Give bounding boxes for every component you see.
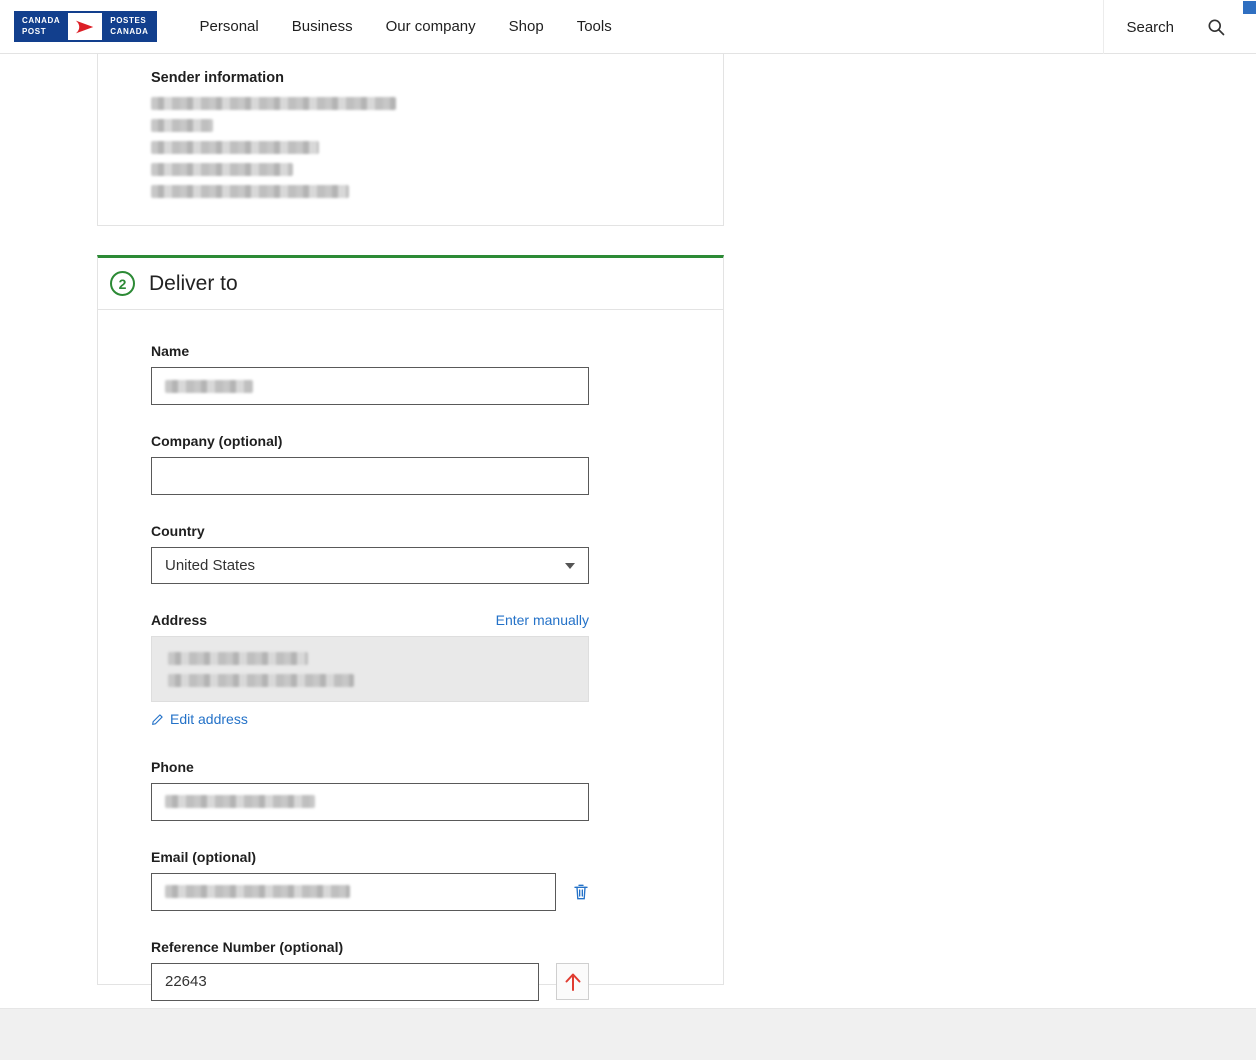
redacted-name-value (165, 380, 253, 393)
nav-item-our-company[interactable]: Our company (386, 18, 476, 35)
redacted-sender-line (151, 163, 293, 176)
company-field: Company (optional) (151, 433, 589, 495)
reference-field: Reference Number (optional) (151, 939, 589, 1001)
search-icon (1206, 17, 1226, 37)
scroll-to-top-button[interactable] (556, 963, 589, 1000)
company-input[interactable] (151, 457, 589, 495)
nav-item-personal[interactable]: Personal (200, 18, 259, 35)
deliver-to-form: Name Company (optional) Country United S… (98, 310, 723, 1001)
name-input[interactable] (151, 367, 589, 405)
name-field: Name (151, 343, 589, 405)
canada-post-emblem-icon (68, 11, 102, 42)
redacted-sender-line (151, 185, 349, 198)
chevron-down-icon (565, 563, 575, 569)
phone-label: Phone (151, 759, 589, 775)
delete-email-button[interactable] (573, 883, 589, 901)
nav-item-tools[interactable]: Tools (577, 18, 612, 35)
deliver-to-header: 2 Deliver to (98, 258, 723, 310)
header: CANADA POST POSTES CANADA Personal Busin… (0, 0, 1256, 54)
logo-text-french: POSTES CANADA (102, 11, 156, 42)
logo-line: CANADA (110, 27, 148, 37)
trash-icon (573, 883, 589, 901)
arrow-up-icon (561, 970, 585, 994)
search-button[interactable]: Search (1103, 0, 1256, 54)
logo-line: POSTES (110, 16, 148, 26)
redacted-sender-line (151, 119, 213, 132)
redacted-address-line (168, 652, 308, 665)
deliver-to-title: Deliver to (149, 272, 238, 296)
reference-label: Reference Number (optional) (151, 939, 589, 955)
logo-line: CANADA (22, 16, 60, 26)
enter-manually-link[interactable]: Enter manually (496, 612, 589, 628)
nav-item-shop[interactable]: Shop (509, 18, 544, 35)
corner-widget (1243, 1, 1256, 14)
edit-address-link[interactable]: Edit address (151, 711, 248, 727)
address-label: Address (151, 612, 207, 628)
email-field: Email (optional) (151, 849, 589, 911)
country-selected-value: United States (165, 557, 255, 574)
main-nav: Personal Business Our company Shop Tools (200, 18, 612, 35)
reference-input[interactable] (151, 963, 539, 1001)
redacted-email-value (165, 885, 350, 898)
logo-text-english: CANADA POST (14, 11, 68, 42)
name-label: Name (151, 343, 589, 359)
redacted-sender-line (151, 97, 396, 110)
logo-line: POST (22, 27, 60, 37)
deliver-to-card: 2 Deliver to Name Company (optional) Cou… (97, 255, 724, 985)
address-display (151, 636, 589, 702)
nav-item-business[interactable]: Business (292, 18, 353, 35)
country-field: Country United States (151, 523, 589, 584)
phone-field: Phone (151, 759, 589, 821)
step-2-badge: 2 (110, 271, 135, 296)
address-field: Address Enter manually Edit address (151, 612, 589, 731)
redacted-address-line (168, 674, 354, 687)
redacted-phone-value (165, 795, 315, 808)
footer-band (0, 1008, 1256, 1060)
email-label: Email (optional) (151, 849, 589, 865)
phone-input[interactable] (151, 783, 589, 821)
redacted-sender-line (151, 141, 319, 154)
email-input[interactable] (151, 873, 556, 911)
canada-post-logo[interactable]: CANADA POST POSTES CANADA (14, 11, 157, 42)
pencil-icon (151, 713, 164, 726)
country-label: Country (151, 523, 589, 539)
company-label: Company (optional) (151, 433, 589, 449)
sender-info-title: Sender information (151, 70, 723, 86)
country-select[interactable]: United States (151, 547, 589, 584)
search-label: Search (1126, 19, 1174, 36)
sender-info-card: Sender information (97, 54, 724, 226)
edit-address-label: Edit address (170, 711, 248, 727)
